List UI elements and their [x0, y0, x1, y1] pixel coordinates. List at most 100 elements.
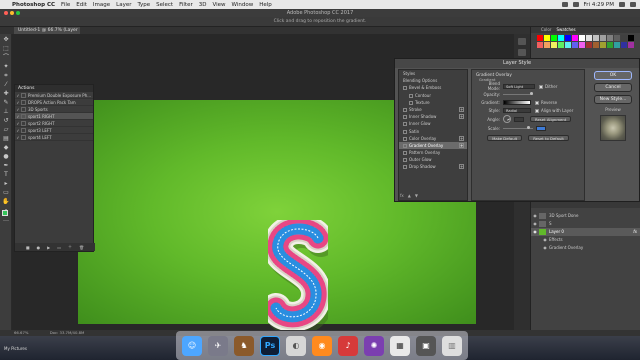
align-with-layer-checkbox[interactable]: [535, 108, 539, 113]
menu-image[interactable]: Image: [93, 2, 110, 8]
firefox-icon[interactable]: ◉: [312, 335, 332, 356]
shape-tool-icon[interactable]: ▭: [2, 189, 10, 196]
style-checkbox[interactable]: [403, 143, 407, 148]
delete-icon[interactable]: 🗑: [79, 245, 84, 250]
music-icon[interactable]: ♪: [338, 335, 358, 356]
ok-button[interactable]: OK: [594, 71, 632, 80]
record-icon[interactable]: ●: [37, 245, 41, 250]
swatch[interactable]: [537, 35, 543, 41]
menu-edit[interactable]: Edit: [76, 2, 87, 8]
battery-icon[interactable]: [572, 2, 579, 7]
layer-row[interactable]: ◉ Effects: [531, 236, 640, 244]
minimize-window-button[interactable]: [10, 11, 14, 15]
scale-slider-knob[interactable]: [527, 125, 530, 129]
menu-3d[interactable]: 3D: [199, 2, 207, 8]
style-select[interactable]: Radial: [503, 107, 531, 113]
style-checkbox[interactable]: [403, 158, 407, 163]
style-item[interactable]: Texture: [399, 99, 467, 106]
app-menu[interactable]: Photoshop CC: [12, 2, 55, 8]
swatch[interactable]: [565, 42, 571, 48]
swatch[interactable]: [586, 35, 592, 41]
app-icon[interactable]: ▣: [416, 335, 436, 356]
app-icon[interactable]: ♞: [234, 335, 254, 356]
swatch[interactable]: [614, 42, 620, 48]
crop-tool-icon[interactable]: ⌗: [2, 72, 10, 79]
history-brush-tool-icon[interactable]: ↺: [2, 117, 10, 124]
add-effect-icon[interactable]: +: [459, 106, 464, 112]
layer-row[interactable]: ◉ Layer 0 fx: [531, 228, 640, 236]
style-checkbox[interactable]: [403, 122, 407, 127]
swatch[interactable]: [558, 35, 564, 41]
dialog-toggle-box[interactable]: [21, 106, 26, 112]
scale-slider[interactable]: [503, 125, 533, 129]
photoshop-icon[interactable]: Ps: [260, 335, 280, 356]
layer-row[interactable]: ◉ 3D Sport Done: [531, 212, 640, 220]
style-item[interactable]: Drop Shadow +: [399, 163, 467, 170]
dialog-toggle-box[interactable]: [21, 127, 26, 133]
swatch[interactable]: [600, 42, 606, 48]
swatch[interactable]: [558, 42, 564, 48]
dialog-toggle-box[interactable]: [21, 120, 26, 126]
style-item[interactable]: Gradient Overlay +: [399, 141, 467, 150]
eyedropper-tool-icon[interactable]: ⁄: [2, 81, 10, 88]
swatch[interactable]: [607, 42, 613, 48]
stop-icon[interactable]: ■: [26, 245, 30, 250]
app-icon[interactable]: ◐: [286, 335, 306, 356]
swatch[interactable]: [586, 42, 592, 48]
swatch[interactable]: [593, 35, 599, 41]
blend-mode-select[interactable]: Soft Light: [503, 83, 535, 89]
pen-tool-icon[interactable]: ✒: [2, 162, 10, 169]
action-row[interactable]: ✓ DROPS Action Pack Tam: [15, 99, 93, 106]
style-checkbox[interactable]: [403, 165, 407, 170]
eye-icon[interactable]: ◉: [541, 236, 549, 244]
style-item[interactable]: Color Overlay +: [399, 135, 467, 142]
move-up-icon[interactable]: ▲: [408, 193, 411, 198]
zoom-window-button[interactable]: [16, 11, 20, 15]
opacity-slider[interactable]: [503, 91, 533, 95]
blur-tool-icon[interactable]: ◆: [2, 144, 10, 151]
menu-layer[interactable]: Layer: [116, 2, 131, 8]
style-item[interactable]: Contour: [399, 92, 467, 99]
angle-dial[interactable]: [503, 115, 511, 123]
dialog-toggle-box[interactable]: [21, 92, 26, 98]
swatch[interactable]: [579, 42, 585, 48]
document-tab[interactable]: Untitled-1 @ 66.7% (Layer 0, RGB/8): [14, 27, 80, 40]
hand-tool-icon[interactable]: ✋: [2, 198, 10, 205]
swatch[interactable]: [544, 35, 550, 41]
zoom-level[interactable]: 66.67%: [14, 330, 28, 335]
lasso-tool-icon[interactable]: ⌒: [2, 54, 10, 61]
angle-input[interactable]: [514, 116, 524, 122]
eye-icon[interactable]: ◉: [531, 228, 539, 236]
eraser-tool-icon[interactable]: ▱: [2, 126, 10, 133]
reset-to-default-button[interactable]: Reset to Default: [528, 135, 569, 141]
fx-icon[interactable]: fx: [633, 228, 637, 236]
trash-icon[interactable]: ▥: [442, 335, 462, 356]
swatch[interactable]: [572, 42, 578, 48]
eye-icon[interactable]: ◉: [541, 244, 549, 252]
swatch[interactable]: [551, 35, 557, 41]
style-checkbox[interactable]: [409, 93, 413, 98]
move-down-icon[interactable]: ▼: [415, 193, 418, 198]
swatch[interactable]: [621, 42, 627, 48]
action-row[interactable]: ✓ sport2 RIGHT: [15, 120, 93, 127]
type-tool-icon[interactable]: T: [2, 171, 10, 178]
scale-input[interactable]: [536, 125, 546, 131]
style-item[interactable]: Inner Shadow +: [399, 113, 467, 120]
menu-select[interactable]: Select: [156, 2, 173, 8]
foreground-color-swatch[interactable]: [2, 210, 8, 216]
search-icon[interactable]: [619, 2, 625, 7]
add-effect-icon[interactable]: +: [459, 114, 464, 120]
style-checkbox[interactable]: [403, 151, 407, 156]
history-panel-icon[interactable]: [518, 38, 526, 45]
eye-icon[interactable]: ◉: [531, 212, 539, 220]
swatch[interactable]: [593, 42, 599, 48]
play-icon[interactable]: ▶: [47, 245, 50, 250]
gradient-picker[interactable]: [503, 99, 531, 105]
doc-size[interactable]: Doc: 33.7M/40.8M: [50, 330, 85, 335]
add-effect-icon[interactable]: +: [459, 164, 464, 170]
close-window-button[interactable]: [4, 11, 8, 15]
menu-window[interactable]: Window: [232, 2, 254, 8]
style-checkbox[interactable]: [403, 107, 407, 112]
make-default-button[interactable]: Make Default: [487, 135, 523, 141]
swatch[interactable]: [600, 35, 606, 41]
